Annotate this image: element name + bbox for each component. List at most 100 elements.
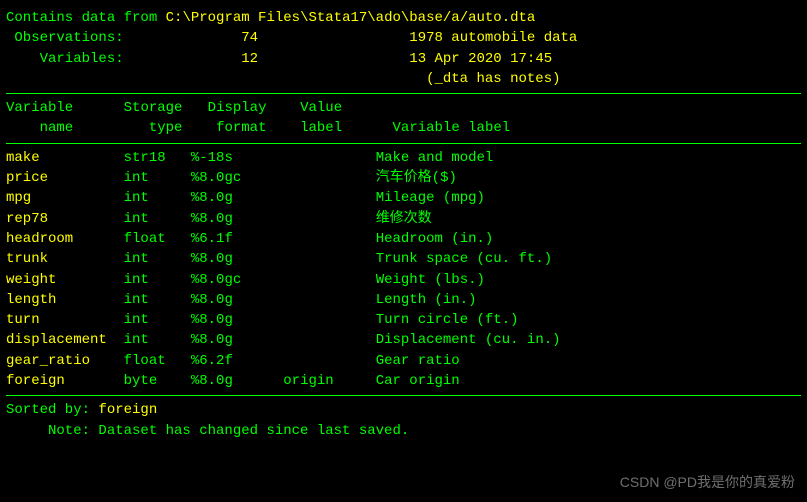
var-label: Headroom (in.) [376, 231, 494, 247]
col-value: Value [300, 100, 342, 116]
var-format: %8.0gc [191, 272, 283, 288]
col-header-2: name type format label Variable label [6, 118, 801, 138]
table-row: price int %8.0gc 汽车价格($) [6, 168, 801, 188]
table-row: length int %8.0g Length (in.) [6, 290, 801, 310]
var-type: int [124, 190, 191, 206]
sorted-value: foreign [98, 402, 157, 418]
var-name: turn [6, 312, 124, 328]
var-format: %8.0g [191, 312, 283, 328]
var-format: %8.0g [191, 251, 283, 267]
var-label: Car origin [376, 373, 460, 389]
sorted-line: Sorted by: foreign [6, 400, 801, 420]
col-display: Display [208, 100, 267, 116]
var-vlabel [283, 150, 375, 166]
divider [6, 395, 801, 396]
col-label: label [300, 120, 342, 136]
var-format: %8.0g [191, 211, 283, 227]
col-type: type [124, 120, 183, 136]
table-row: foreign byte %8.0g origin Car origin [6, 371, 801, 391]
var-type: float [124, 231, 191, 247]
var-name: make [6, 150, 124, 166]
var-label: 维修次数 [376, 211, 432, 227]
var-name: foreign [6, 373, 124, 389]
table-row: displacement int %8.0g Displacement (cu.… [6, 330, 801, 350]
var-format: %6.1f [191, 231, 283, 247]
notes-line: (_dta has notes) [6, 69, 801, 89]
dataset-label: 1978 automobile data [409, 30, 577, 46]
var-name: trunk [6, 251, 124, 267]
var-label: 汽车价格($) [376, 170, 457, 186]
table-row: rep78 int %8.0g 维修次数 [6, 209, 801, 229]
var-type: float [124, 353, 191, 369]
table-row: weight int %8.0gc Weight (lbs.) [6, 270, 801, 290]
sorted-label: Sorted by: [6, 402, 98, 418]
var-type: int [124, 272, 191, 288]
var-name: gear_ratio [6, 353, 124, 369]
var-name: rep78 [6, 211, 124, 227]
obs-label: Observations: [6, 30, 124, 46]
col-varlabel: Variable label [393, 120, 511, 136]
var-name: price [6, 170, 124, 186]
watermark: CSDN @PD我是你的真爱粉 [620, 472, 795, 492]
var-label: Weight (lbs.) [376, 272, 485, 288]
notes-pad [6, 71, 426, 87]
var-type: str18 [124, 150, 191, 166]
col-header-1: Variable Storage Display Value [6, 98, 801, 118]
variables-table: make str18 %-18s Make and modelprice int… [6, 148, 801, 392]
var-vlabel [283, 292, 375, 308]
contains-prefix: Contains data from [6, 10, 166, 26]
col-variable: Variable [6, 100, 73, 116]
var-name: headroom [6, 231, 124, 247]
var-label: Displacement (cu. in.) [376, 332, 561, 348]
var-type: int [124, 292, 191, 308]
var-type: int [124, 211, 191, 227]
contains-line: Contains data from C:\Program Files\Stat… [6, 8, 801, 28]
table-row: make str18 %-18s Make and model [6, 148, 801, 168]
var-format: %8.0g [191, 332, 283, 348]
var-format: %8.0g [191, 373, 283, 389]
obs-pad1 [124, 30, 242, 46]
var-vlabel [283, 332, 375, 348]
col-storage: Storage [124, 100, 183, 116]
var-name: mpg [6, 190, 124, 206]
notes-text: (_dta has notes) [426, 71, 560, 87]
obs-pad2 [258, 30, 409, 46]
var-name: weight [6, 272, 124, 288]
var-type: int [124, 332, 191, 348]
var-vlabel [283, 211, 375, 227]
var-label: Length (in.) [376, 292, 477, 308]
note-line: Note: Dataset has changed since last sav… [6, 421, 801, 441]
obs-line: Observations: 74 1978 automobile data [6, 28, 801, 48]
table-row: trunk int %8.0g Trunk space (cu. ft.) [6, 249, 801, 269]
var-vlabel [283, 190, 375, 206]
var-name: length [6, 292, 124, 308]
var-vlabel: origin [283, 373, 375, 389]
var-label: Trunk space (cu. ft.) [376, 251, 552, 267]
divider [6, 143, 801, 144]
var-label: Mileage (mpg) [376, 190, 485, 206]
var-type: byte [124, 373, 191, 389]
var-vlabel [283, 170, 375, 186]
obs-value: 74 [241, 30, 258, 46]
var-type: int [124, 251, 191, 267]
table-row: gear_ratio float %6.2f Gear ratio [6, 351, 801, 371]
var-vlabel [283, 231, 375, 247]
var-vlabel [283, 272, 375, 288]
filepath: C:\Program Files\Stata17\ado\base/a/auto… [166, 10, 536, 26]
var-label: Gear ratio [376, 353, 460, 369]
var-vlabel [283, 353, 375, 369]
vars-value: 12 [241, 51, 258, 67]
note-text: Note: Dataset has changed since last sav… [6, 423, 409, 439]
vars-label: Variables: [6, 51, 124, 67]
table-row: turn int %8.0g Turn circle (ft.) [6, 310, 801, 330]
var-vlabel [283, 312, 375, 328]
divider [6, 93, 801, 94]
var-label: Turn circle (ft.) [376, 312, 519, 328]
vars-pad1 [124, 51, 242, 67]
var-format: %8.0g [191, 190, 283, 206]
var-name: displacement [6, 332, 124, 348]
timestamp: 13 Apr 2020 17:45 [409, 51, 552, 67]
col-format: format [208, 120, 267, 136]
var-type: int [124, 312, 191, 328]
var-format: %-18s [191, 150, 283, 166]
